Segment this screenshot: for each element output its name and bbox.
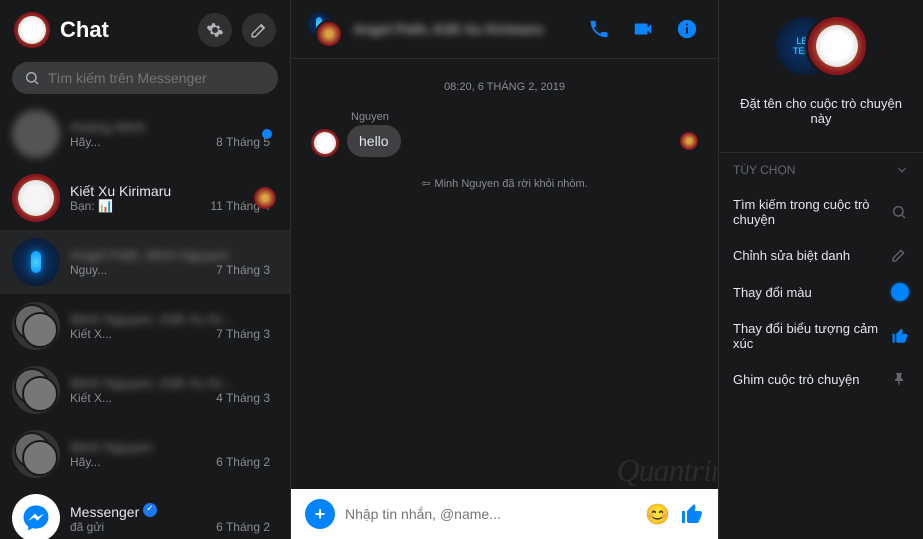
watermark: Quantrimang [617, 452, 718, 489]
options-section-header[interactable]: TÙY CHỌN [719, 152, 923, 187]
composer: + 😊 [291, 489, 718, 539]
video-call-button[interactable] [626, 12, 660, 46]
search-icon [24, 70, 40, 86]
search-box[interactable] [12, 62, 278, 94]
search-icon [889, 204, 909, 220]
convo-name: Kiết Xu Kirimaru [70, 183, 278, 199]
convo-name: Messenger [70, 503, 278, 520]
option-emoji[interactable]: Thay đổi biểu tượng cảm xúc [719, 311, 923, 361]
message-row: hello [311, 125, 698, 157]
read-receipt [680, 132, 698, 150]
details-panel: Đặt tên cho cuộc trò chuyện này TÙY CHỌN… [718, 0, 923, 539]
avatar [12, 366, 60, 414]
option-color[interactable]: Thay đổi màu [719, 273, 923, 311]
avatar [12, 174, 60, 222]
add-attachment-button[interactable]: + [305, 499, 335, 529]
convo-name: Minh Nguyen, Kiết Xu Ki... [70, 375, 278, 391]
profile-avatar[interactable] [14, 12, 50, 48]
sticker-button[interactable]: 😊 [645, 502, 670, 527]
info-button[interactable] [670, 12, 704, 46]
convo-name: Minh Nguyen [70, 439, 278, 455]
option-search[interactable]: Tìm kiếm trong cuộc trò chuyện [719, 187, 923, 237]
thumbs-up-icon [891, 327, 909, 345]
voice-call-button[interactable] [582, 12, 616, 46]
verified-icon [143, 503, 157, 517]
conversation-item[interactable]: Hoàng Minh Hãy...8 Tháng 5 [0, 102, 290, 166]
sidebar: Chat Hoàng Minh Hãy...8 Tháng 5 Kiết Xu … [0, 0, 291, 539]
system-message: ⇦Minh Nguyen đã rời khỏi nhóm. [311, 177, 698, 190]
conversation-header: Angel Path, Kiết Xu Kirimaru [291, 0, 718, 59]
conversation-title[interactable]: Angel Path, Kiết Xu Kirimaru [353, 21, 572, 37]
sender-label: Nguyen [351, 111, 698, 123]
convo-badge [254, 187, 276, 209]
message-avatar[interactable] [311, 129, 339, 157]
conversation-avatar[interactable] [305, 10, 343, 48]
convo-name: Hoàng Minh [70, 119, 278, 135]
sidebar-header: Chat [0, 0, 290, 58]
message-input[interactable] [345, 506, 635, 522]
avatar [12, 110, 60, 158]
edit-icon [889, 247, 909, 263]
message-area: 08:20, 6 THÁNG 2, 2019 Nguyen hello ⇦Min… [291, 59, 718, 489]
option-nickname[interactable]: Chỉnh sửa biệt danh [719, 237, 923, 273]
avatar [12, 430, 60, 478]
main-panel: Angel Path, Kiết Xu Kirimaru 08:20, 6 TH… [291, 0, 718, 539]
conversation-item[interactable]: Kiết Xu Kirimaru Bạn: 📊11 Tháng 4 [0, 166, 290, 230]
conversation-item[interactable]: Minh Nguyen Hãy...6 Tháng 2 [0, 422, 290, 486]
pin-icon [889, 371, 909, 387]
color-dot-icon [891, 283, 909, 301]
conversation-item[interactable]: Minh Nguyen, Kiết Xu Ki... Kiết X...4 Th… [0, 358, 290, 422]
name-chat-label[interactable]: Đặt tên cho cuộc trò chuyện này [719, 92, 923, 128]
avatar [12, 494, 60, 539]
like-button[interactable] [680, 502, 704, 526]
conversation-item[interactable]: Angel Path, Minh Nguyen Nguy...7 Tháng 3 [0, 230, 290, 294]
details-avatar[interactable] [719, 14, 923, 86]
convo-name: Minh Nguyen, Kiết Xu Ki... [70, 311, 278, 327]
unread-dot [262, 129, 272, 139]
convo-name: Angel Path, Minh Nguyen [70, 247, 278, 263]
conversation-list: Hoàng Minh Hãy...8 Tháng 5 Kiết Xu Kirim… [0, 102, 290, 539]
timestamp: 08:20, 6 THÁNG 2, 2019 [311, 81, 698, 93]
compose-icon[interactable] [242, 13, 276, 47]
conversation-item[interactable]: Minh Nguyen, Kiết Xu Ki... Kiết X...7 Th… [0, 294, 290, 358]
option-pin[interactable]: Ghim cuộc trò chuyện [719, 361, 923, 397]
avatar [12, 238, 60, 286]
message-bubble[interactable]: hello [347, 125, 401, 157]
conversation-item[interactable]: Messenger đã gửi6 Tháng 2 [0, 486, 290, 539]
sidebar-title: Chat [60, 17, 188, 43]
settings-icon[interactable] [198, 13, 232, 47]
search-input[interactable] [48, 70, 266, 86]
chevron-down-icon [895, 163, 909, 177]
avatar [12, 302, 60, 350]
